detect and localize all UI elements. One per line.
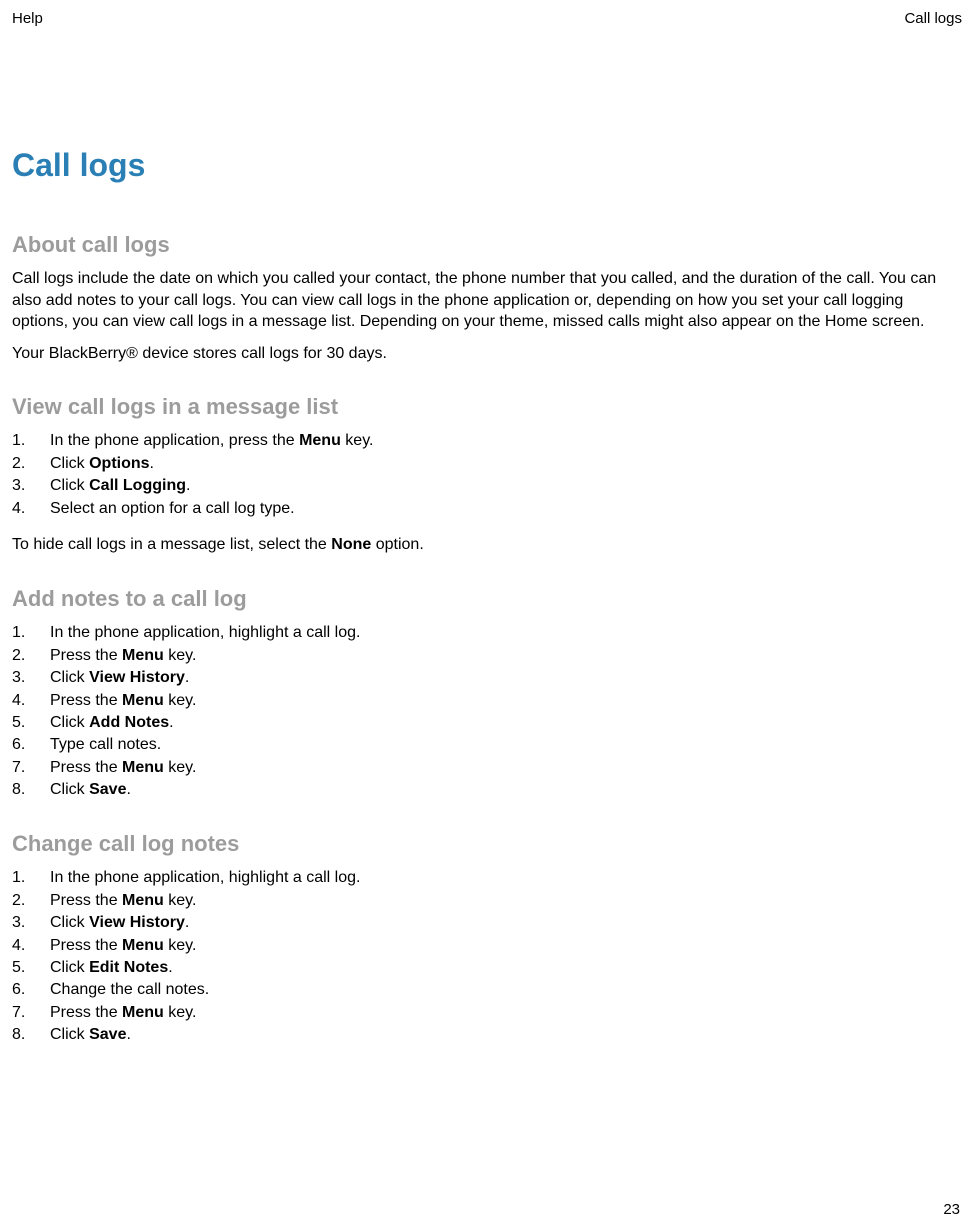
about-paragraph-2: Your BlackBerry® device stores call logs… [12,343,962,365]
list-item: Click View History. [12,667,962,689]
list-item: Click Save. [12,1024,962,1046]
list-item: Click Edit Notes. [12,957,962,979]
section-about: About call logs Call logs include the da… [12,232,962,364]
section-change: Change call log notes In the phone appli… [12,831,962,1046]
list-item: Click Options. [12,453,962,475]
list-item: Press the Menu key. [12,690,962,712]
about-heading: About call logs [12,232,962,258]
list-item: Type call notes. [12,734,962,756]
list-item: In the phone application, press the Menu… [12,430,962,452]
add-steps: In the phone application, highlight a ca… [12,622,962,801]
list-item: Click View History. [12,912,962,934]
view-steps: In the phone application, press the Menu… [12,430,962,520]
list-item: Select an option for a call log type. [12,498,962,520]
list-item: Click Call Logging. [12,475,962,497]
list-item: Press the Menu key. [12,757,962,779]
page-number: 23 [943,1201,960,1218]
list-item: Press the Menu key. [12,890,962,912]
list-item: Click Add Notes. [12,712,962,734]
list-item: Press the Menu key. [12,1002,962,1024]
list-item: Press the Menu key. [12,645,962,667]
change-steps: In the phone application, highlight a ca… [12,867,962,1046]
section-add: Add notes to a call log In the phone app… [12,586,962,801]
add-heading: Add notes to a call log [12,586,962,612]
list-item: Change the call notes. [12,979,962,1001]
change-heading: Change call log notes [12,831,962,857]
header-left: Help [12,10,43,27]
list-item: In the phone application, highlight a ca… [12,867,962,889]
page-header: Help Call logs [12,10,962,27]
view-note: To hide call logs in a message list, sel… [12,534,962,556]
list-item: Press the Menu key. [12,935,962,957]
about-paragraph-1: Call logs include the date on which you … [12,268,962,333]
header-right: Call logs [904,10,962,27]
view-heading: View call logs in a message list [12,394,962,420]
page-title: Call logs [12,147,962,184]
list-item: Click Save. [12,779,962,801]
list-item: In the phone application, highlight a ca… [12,622,962,644]
section-view: View call logs in a message list In the … [12,394,962,556]
